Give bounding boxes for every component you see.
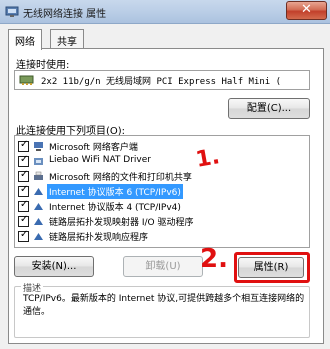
item-checkbox[interactable]	[18, 199, 29, 212]
list-item[interactable]: Internet 协议版本 4 (TCP/IPv4)	[15, 199, 309, 214]
item-label: 链路层拓扑发现映射器 I/O 驱动程序	[49, 218, 194, 228]
item-checkbox[interactable]	[18, 169, 29, 182]
list-item[interactable]: Internet 协议版本 6 (TCP/IPv6)	[15, 184, 309, 199]
item-checkbox[interactable]	[18, 229, 29, 242]
item-label: Internet 协议版本 6 (TCP/IPv6)	[47, 184, 183, 199]
item-label: Liebao WiFi NAT Driver	[49, 155, 151, 165]
step-2-annotation: 2.	[200, 244, 228, 274]
install-button[interactable]: 安装(N)...	[14, 256, 94, 277]
item-label: 链路层拓扑发现响应程序	[49, 233, 149, 243]
step-1-annotation: 1.	[194, 144, 222, 173]
item-label: Microsoft 网络的文件和打印机共享	[49, 173, 192, 183]
components-list[interactable]: Microsoft 网络客户端 Liebao WiFi NAT Driver M…	[14, 135, 310, 248]
uninstall-button[interactable]: 卸载(U)	[123, 256, 203, 277]
description-text: TCP/IPv6。最新版本的 Internet 协议,可提供跨越多个相互连接网络…	[23, 294, 305, 317]
item-checkbox[interactable]	[18, 154, 29, 167]
network-client-icon	[34, 142, 43, 151]
item-checkbox[interactable]	[18, 184, 29, 197]
protocol-icon	[34, 233, 43, 240]
list-item[interactable]: Microsoft 网络客户端	[15, 139, 309, 154]
properties-highlight	[234, 252, 310, 283]
driver-icon	[34, 158, 43, 165]
network-adapter-icon	[19, 75, 34, 85]
item-label: Microsoft 网络客户端	[49, 143, 138, 153]
protocol-icon	[34, 203, 43, 210]
item-label: Internet 协议版本 4 (TCP/IPv4)	[49, 203, 181, 213]
list-item[interactable]: Microsoft 网络的文件和打印机共享	[15, 169, 309, 184]
connect-using-label: 连接时使用:	[16, 60, 70, 71]
tab-sharing[interactable]: 共享	[50, 29, 84, 48]
tab-network[interactable]: 网络	[8, 29, 42, 50]
protocol-icon	[34, 218, 43, 225]
list-item[interactable]: Liebao WiFi NAT Driver	[15, 154, 309, 169]
printer-share-icon	[34, 171, 43, 180]
adapter-field: 2x2 11b/g/n 无线局域网 PCI Express Half Mini …	[14, 70, 310, 90]
adapter-name: 2x2 11b/g/n 无线局域网 PCI Express Half Mini …	[41, 77, 282, 87]
list-item[interactable]: 链路层拓扑发现响应程序	[15, 229, 309, 244]
window-title: 无线网络连接 属性	[23, 9, 107, 20]
item-checkbox[interactable]	[18, 139, 29, 152]
title-bar: 无线网络连接 属性 ✕	[0, 0, 330, 24]
list-item[interactable]: 链路层拓扑发现映射器 I/O 驱动程序	[15, 214, 309, 229]
description-group: 描述 TCP/IPv6。最新版本的 Internet 协议,可提供跨越多个相互连…	[14, 281, 310, 338]
network-connection-icon	[5, 6, 19, 17]
close-button[interactable]: ✕	[286, 1, 327, 20]
protocol-icon	[34, 188, 43, 195]
configure-button[interactable]: 配置(C)...	[228, 98, 310, 119]
item-checkbox[interactable]	[18, 214, 29, 227]
